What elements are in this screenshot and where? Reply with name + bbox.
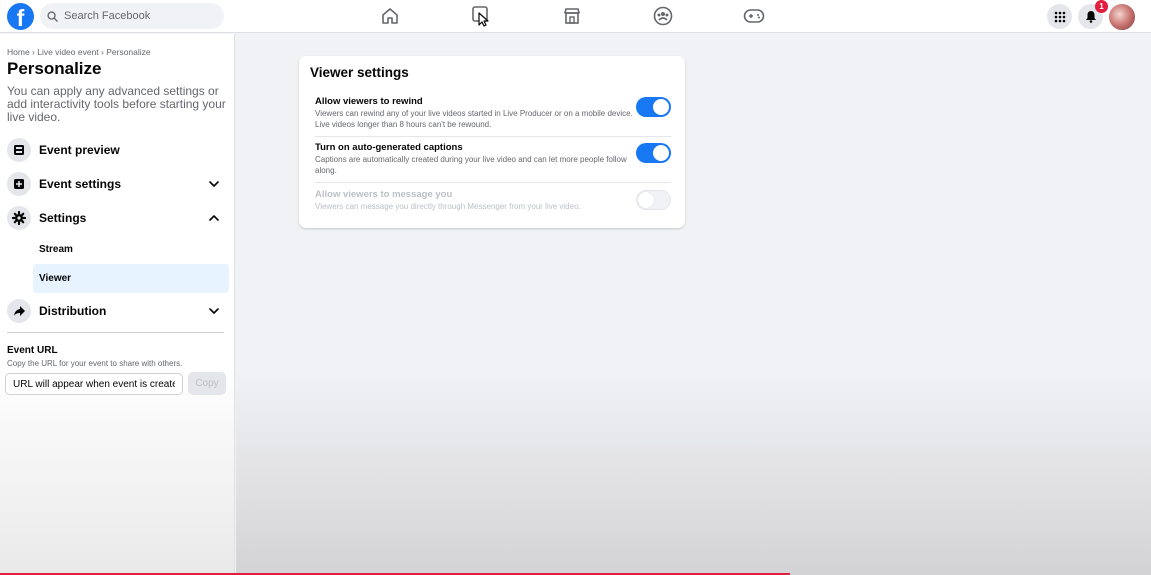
- watch-icon[interactable]: [470, 5, 492, 27]
- top-navigation-bar: f Search Facebook 1: [0, 0, 1151, 33]
- setting-description: Captions are automatically created durin…: [315, 155, 627, 175]
- setting-title: Allow viewers to rewind: [315, 96, 423, 107]
- event-url-field[interactable]: [5, 373, 183, 395]
- setting-allow-rewind: Allow viewers to rewind Viewers can rewi…: [315, 96, 671, 130]
- setting-divider: [315, 136, 671, 137]
- setting-description: Viewers can message you directly through…: [315, 202, 581, 211]
- account-avatar[interactable]: [1108, 3, 1136, 31]
- search-input[interactable]: [64, 10, 214, 22]
- viewer-settings-card: Viewer settings Allow viewers to rewind …: [299, 56, 685, 228]
- event-url-description: Copy the URL for your event to share wit…: [7, 359, 183, 368]
- sidebar-subitem-viewer[interactable]: Viewer: [33, 264, 229, 293]
- gear-icon: [7, 206, 31, 230]
- captions-toggle[interactable]: [636, 143, 671, 163]
- sidebar-subitem-stream[interactable]: Stream: [33, 235, 229, 264]
- settings-card-icon: [7, 172, 31, 196]
- sidebar-item-event-preview[interactable]: Event preview: [5, 135, 229, 165]
- toggle-knob: [638, 192, 654, 208]
- setting-title: Allow viewers to message you: [315, 189, 453, 200]
- groups-icon[interactable]: [652, 5, 674, 27]
- toggle-knob: [653, 145, 669, 161]
- chevron-down-icon[interactable]: [207, 304, 221, 318]
- share-icon: [7, 299, 31, 323]
- marketplace-icon[interactable]: [561, 5, 583, 27]
- sidebar-subitem-label: Viewer: [39, 273, 72, 284]
- sidebar-item-label: Event preview: [39, 143, 120, 157]
- sidebar-item-label: Distribution: [39, 304, 107, 318]
- left-sidebar: Home › Live video event › Personalize Pe…: [0, 34, 235, 575]
- event-url-title: Event URL: [7, 345, 58, 356]
- sidebar-item-event-settings[interactable]: Event settings: [5, 169, 229, 199]
- sidebar-item-label: Event settings: [39, 177, 122, 191]
- sidebar-item-label: Settings: [39, 211, 87, 225]
- home-icon[interactable]: [379, 5, 401, 27]
- sidebar-divider: [7, 332, 224, 333]
- sidebar-subitem-label: Stream: [39, 244, 73, 255]
- card-title: Viewer settings: [310, 65, 409, 80]
- setting-divider: [315, 182, 671, 183]
- setting-allow-messages: Allow viewers to message you Viewers can…: [315, 189, 671, 213]
- gaming-icon[interactable]: [743, 5, 765, 27]
- page-description: You can apply any advanced settings or a…: [7, 84, 226, 124]
- search-box[interactable]: [40, 3, 224, 29]
- copy-url-button[interactable]: Copy: [188, 372, 226, 395]
- facebook-logo-icon[interactable]: f: [7, 3, 34, 30]
- sidebar-item-distribution[interactable]: Distribution: [5, 296, 229, 326]
- facebook-live-producer-page: f Search Facebook 1 Home › Live video ev…: [0, 0, 1151, 575]
- main-content: Viewer settings Allow viewers to rewind …: [236, 34, 1151, 575]
- menu-grid-icon[interactable]: [1047, 4, 1072, 29]
- breadcrumb[interactable]: Home › Live video event › Personalize: [7, 47, 151, 57]
- page-title: Personalize: [7, 59, 102, 78]
- chevron-down-icon[interactable]: [207, 177, 221, 191]
- setting-description: Viewers can rewind any of your live vide…: [315, 109, 633, 129]
- chevron-up-icon[interactable]: [207, 211, 221, 225]
- rewind-toggle[interactable]: [636, 97, 671, 117]
- messages-toggle[interactable]: [636, 190, 671, 210]
- preview-icon: [7, 138, 31, 162]
- notification-badge: 1: [1095, 0, 1108, 13]
- toggle-knob: [653, 99, 669, 115]
- sidebar-item-settings[interactable]: Settings: [5, 203, 229, 233]
- search-icon: [47, 10, 58, 22]
- setting-title: Turn on auto-generated captions: [315, 142, 463, 153]
- setting-auto-captions: Turn on auto-generated captions Captions…: [315, 142, 671, 176]
